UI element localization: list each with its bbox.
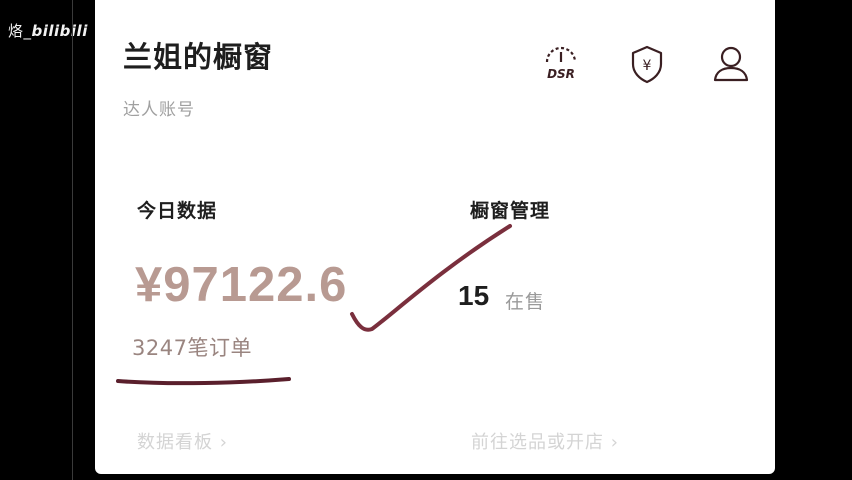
watermark-prefix: 烙_: [8, 22, 32, 40]
bilibili-watermark: 烙_bilibili: [8, 20, 88, 41]
dsr-button[interactable]: DSR: [539, 42, 583, 86]
window-manage-label[interactable]: 橱窗管理: [470, 196, 550, 223]
today-data-label: 今日数据: [137, 200, 218, 222]
on-sale-count: 15: [458, 280, 490, 311]
svg-text:¥: ¥: [643, 58, 652, 74]
today-sales-amount: ¥97122.6: [135, 258, 348, 312]
account-type-label: 达人账号: [123, 100, 195, 120]
shield-button[interactable]: ¥: [625, 42, 669, 86]
dsr-gauge-icon: DSR: [545, 46, 577, 81]
order-count: 3247笔订单: [132, 336, 252, 360]
dsr-label: DSR: [547, 67, 575, 81]
go-select-or-open-store-link[interactable]: 前往选品或开店 ›: [471, 428, 619, 454]
data-dashboard-link[interactable]: 数据看板 ›: [137, 428, 228, 454]
on-sale-label: 在售: [505, 291, 546, 313]
video-frame: 烙_bilibili 兰姐的橱窗 达人账号 DSR ¥ 今日数据 橱窗管理 ¥9…: [0, 0, 852, 480]
shield-yen-icon: ¥: [631, 45, 663, 84]
frame-divider: [72, 0, 73, 480]
showcase-card: 兰姐的橱窗 达人账号 DSR ¥ 今日数据 橱窗管理 ¥97122.6 3247…: [95, 0, 775, 474]
page-title: 兰姐的橱窗: [123, 40, 274, 74]
watermark-brand: bilibili: [31, 22, 88, 40]
user-icon: [713, 46, 749, 82]
profile-button[interactable]: [709, 42, 753, 86]
